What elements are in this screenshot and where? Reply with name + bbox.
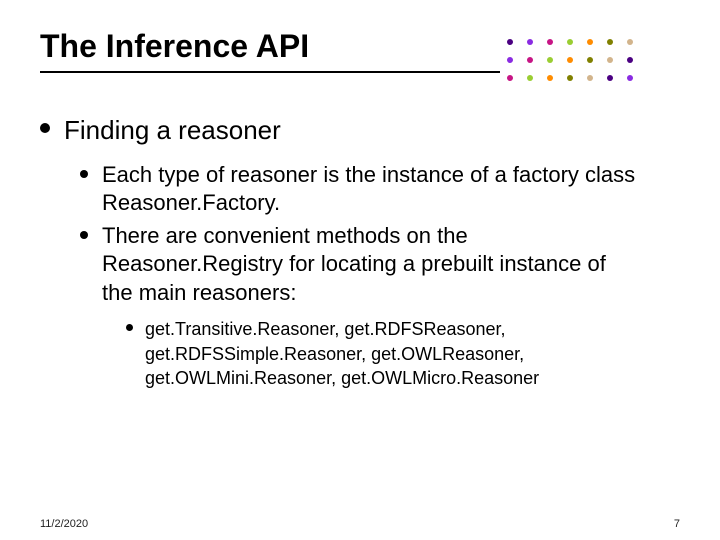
- bullet-icon: [80, 231, 88, 239]
- bullet-icon: [80, 170, 88, 178]
- bullet-level1: Finding a reasoner: [40, 114, 680, 147]
- bullet-text: There are convenient methods on the Reas…: [102, 222, 642, 308]
- footer-page-number: 7: [674, 518, 680, 530]
- bullet-icon: [126, 324, 133, 331]
- bullet-level2: There are convenient methods on the Reas…: [80, 222, 680, 308]
- slide-title: The Inference API: [40, 28, 500, 65]
- title-underline: [40, 71, 500, 73]
- footer-date: 11/2/2020: [40, 518, 88, 530]
- bullet-level3: get.Transitive.Reasoner, get.RDFSReasone…: [126, 317, 680, 390]
- bullet-icon: [40, 123, 50, 133]
- bullet-level2: Each type of reasoner is the instance of…: [80, 161, 680, 218]
- slide-body: Finding a reasoner Each type of reasoner…: [40, 114, 680, 390]
- slide-footer: 11/2/2020 7: [40, 518, 680, 530]
- bullet-text: get.Transitive.Reasoner, get.RDFSReasone…: [145, 317, 645, 390]
- bullet-text: Each type of reasoner is the instance of…: [102, 161, 642, 218]
- decorative-dots: [500, 32, 650, 92]
- bullet-text: Finding a reasoner: [64, 114, 281, 147]
